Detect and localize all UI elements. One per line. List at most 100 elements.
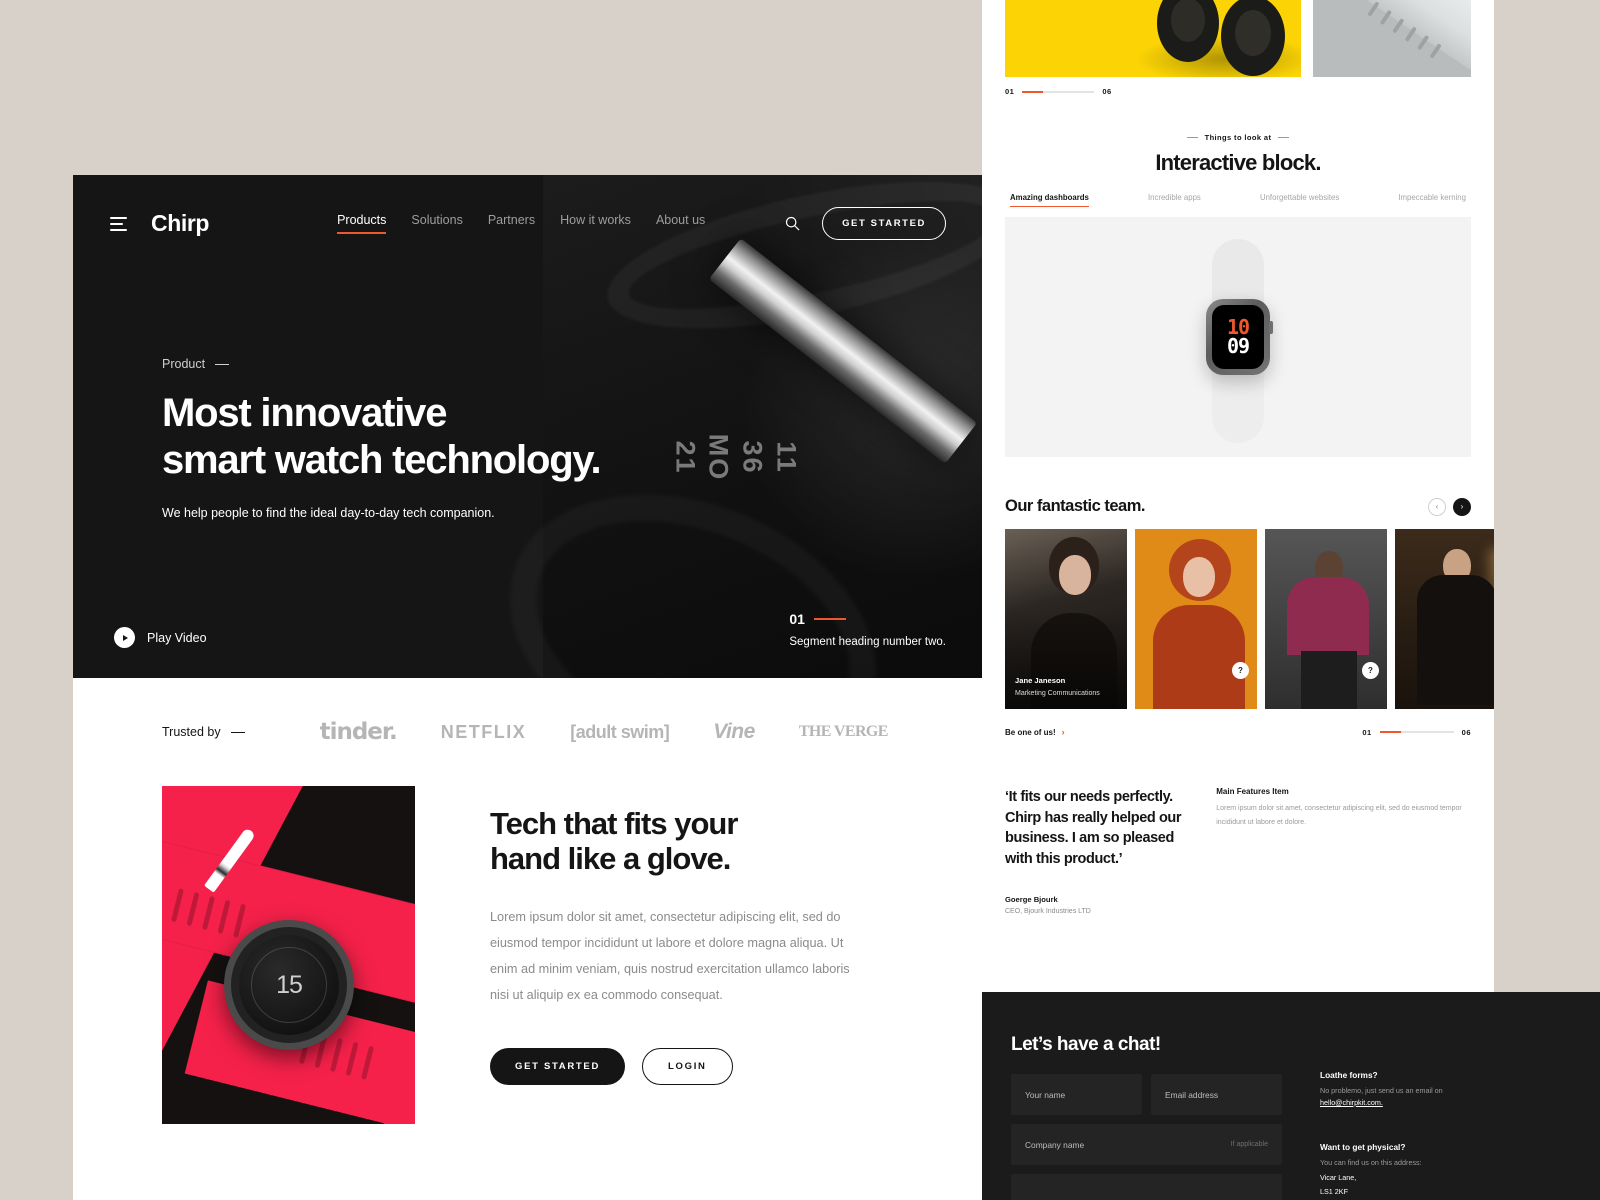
question-badge[interactable]: ? xyxy=(1232,662,1249,679)
segment-number: 01 xyxy=(789,611,805,627)
desktop-mockup-main: 11 36 MO 21 Chirp Products Solutions Partne… xyxy=(73,175,983,1200)
interactive-heading: Interactive block. xyxy=(1155,150,1321,175)
form-row-2: Company name If applicable xyxy=(1011,1124,1282,1165)
address-line-2: LS1 2KF xyxy=(1320,1187,1348,1197)
tab-incredible-apps[interactable]: Incredible apps xyxy=(1148,193,1201,207)
brand-logo[interactable]: Chirp xyxy=(151,210,209,237)
be-one-of-us-link[interactable]: Be one of us! › xyxy=(1005,727,1065,737)
email-input[interactable]: Email address xyxy=(1151,1074,1282,1115)
photo-watch-body: 15 xyxy=(224,920,354,1050)
nav-item-partners[interactable]: Partners xyxy=(488,213,535,234)
team-progress-current: 01 xyxy=(1362,727,1372,737)
get-started-button-nav[interactable]: GET STARTED xyxy=(822,207,946,240)
team-carousel-controls: ‹ › xyxy=(1428,497,1471,516)
get-started-button[interactable]: GET STARTED xyxy=(490,1048,626,1086)
product-heading-line2: hand like a glove. xyxy=(490,841,731,877)
chat-heading: Let’s have a chat! xyxy=(1011,1034,1161,1055)
smartwatch-case: 10 09 xyxy=(1206,299,1273,375)
interactive-kicker: Things to look at xyxy=(982,133,1494,142)
product-body-text: Lorem ipsum dolor sit amet, consectetur … xyxy=(490,910,850,1003)
dash-divider-right xyxy=(1278,137,1290,138)
contact-aside: Loathe forms? No problemo, just send us … xyxy=(1320,1070,1500,1198)
address-line-1: Vicar Lane, xyxy=(1320,1172,1357,1182)
physical-address-text: You can find us on this address: xyxy=(1320,1158,1422,1168)
question-badge[interactable]: ? xyxy=(1362,662,1379,679)
main-features-body: Lorem ipsum dolor sit amet, consectetur … xyxy=(1216,805,1462,826)
logo-vine: Vine xyxy=(713,720,755,743)
nav-item-about-us[interactable]: About us xyxy=(656,213,705,234)
chevron-right-icon[interactable]: › xyxy=(1453,497,1471,516)
loathe-forms-copy: No problemo, just send us an email on xyxy=(1320,1086,1443,1095)
team-member-name: Jane Janeson xyxy=(1015,676,1066,685)
logo-adult-swim: [adult swim] xyxy=(570,721,670,742)
tab-unforgettable-websites[interactable]: Unforgettable websites xyxy=(1260,193,1339,207)
gallery-progress-track[interactable] xyxy=(1022,90,1095,93)
interactive-tabs: Amazing dashboards Incredible apps Unfor… xyxy=(982,193,1494,207)
chevron-left-icon[interactable]: ‹ xyxy=(1428,497,1446,516)
search-icon[interactable] xyxy=(785,216,800,231)
gallery-progress-total: 06 xyxy=(1102,87,1112,96)
product-photo: 15 xyxy=(162,786,415,1124)
navbar: Chirp Products Solutions Partners How it… xyxy=(73,175,983,272)
testimonial-section: ‘It fits our needs perfectly. Chirp has … xyxy=(982,787,1494,915)
team-progress-track[interactable] xyxy=(1379,731,1454,733)
product-heading-line1: Tech that fits your xyxy=(490,806,738,841)
gallery-images-row xyxy=(982,0,1494,77)
team-card[interactable] xyxy=(1395,529,1494,709)
hero-copy: Product Most innovative smart watch tech… xyxy=(73,272,983,520)
physical-address-title: Want to get physical? xyxy=(1320,1142,1406,1153)
gallery-image-headphones[interactable] xyxy=(1005,0,1301,77)
company-input[interactable]: Company name If applicable xyxy=(1011,1124,1282,1165)
hero-headline: Most innovative smart watch technology. xyxy=(162,390,983,484)
team-section-footer: Be one of us! › 01 06 xyxy=(982,727,1494,737)
logo-the-verge: THE VERGE xyxy=(798,723,889,740)
team-card[interactable]: ? xyxy=(1135,529,1257,709)
gallery-progress-current: 01 xyxy=(1005,87,1015,96)
smartwatch-minute: 09 xyxy=(1226,334,1250,358)
nav-links: Products Solutions Partners How it works… xyxy=(337,213,705,234)
team-section-header: Our fantastic team. ‹ › xyxy=(982,497,1494,516)
tab-impeccable-kerning[interactable]: Impeccable kerning xyxy=(1398,193,1466,207)
team-progress: 01 06 xyxy=(1362,728,1471,737)
nav-item-products[interactable]: Products xyxy=(337,213,387,234)
hero-headline-line1: Most innovative xyxy=(162,391,447,435)
team-heading: Our fantastic team. xyxy=(1005,497,1145,515)
logo-netflix: NETFLIX xyxy=(440,721,527,742)
team-carousel[interactable]: Jane Janeson Marketing Communications ? … xyxy=(982,529,1494,709)
message-input[interactable] xyxy=(1011,1174,1282,1200)
tab-amazing-dashboards[interactable]: Amazing dashboards xyxy=(1010,193,1089,207)
nav-item-solutions[interactable]: Solutions xyxy=(411,213,462,234)
contact-footer-section: Let’s have a chat! Your name Email addre… xyxy=(982,992,1600,1200)
gallery-progress: 01 06 xyxy=(982,77,1494,96)
main-features-block: Main Features Item Lorem ipsum dolor sit… xyxy=(1216,787,1471,915)
form-row-1: Your name Email address xyxy=(1011,1074,1282,1115)
be-one-of-us-label: Be one of us! xyxy=(1005,727,1056,737)
contact-email-link[interactable]: hello@chirpkit.com. xyxy=(1320,1098,1383,1107)
desktop-mockup-secondary: 01 06 Things to look at Interactive bloc… xyxy=(982,0,1494,992)
segment-caption: Segment heading number two. xyxy=(789,636,946,648)
testimonial-quote: ‘It fits our needs perfectly. Chirp has … xyxy=(1005,789,1182,867)
photo-watch-ring xyxy=(251,947,327,1023)
login-button[interactable]: LOGIN xyxy=(642,1048,733,1086)
gallery-image-watch-band[interactable] xyxy=(1313,0,1471,77)
team-card[interactable]: ? xyxy=(1265,529,1387,709)
loathe-forms-block: Loathe forms? No problemo, just send us … xyxy=(1320,1070,1500,1108)
form-row-3 xyxy=(1011,1174,1282,1200)
hamburger-icon[interactable] xyxy=(110,216,127,231)
team-member-role: Marketing Communications xyxy=(1015,690,1100,697)
play-video-button[interactable]: Play Video xyxy=(114,627,207,648)
physical-address-block: Want to get physical? You can find us on… xyxy=(1320,1142,1500,1198)
trusted-by-label: Trusted by xyxy=(162,725,221,739)
smartwatch-crown xyxy=(1269,321,1273,334)
team-card[interactable]: Jane Janeson Marketing Communications xyxy=(1005,529,1127,709)
product-feature-section: 15 Tech that fits your hand like a glove… xyxy=(73,786,983,1124)
interactive-block-header: Things to look at Interactive block. xyxy=(982,133,1494,176)
contact-form: Your name Email address Company name If … xyxy=(982,1056,1282,1200)
hero-segment-indicator: 01 Segment heading number two. xyxy=(789,611,946,648)
chevron-right-icon: › xyxy=(1061,727,1065,737)
company-input-placeholder: Company name xyxy=(1025,1139,1085,1150)
nav-item-how-it-works[interactable]: How it works xyxy=(560,213,631,234)
headphone-cup-right-inner xyxy=(1235,10,1271,56)
name-input[interactable]: Your name xyxy=(1011,1074,1142,1115)
hero-eyebrow-label: Product xyxy=(162,357,206,371)
